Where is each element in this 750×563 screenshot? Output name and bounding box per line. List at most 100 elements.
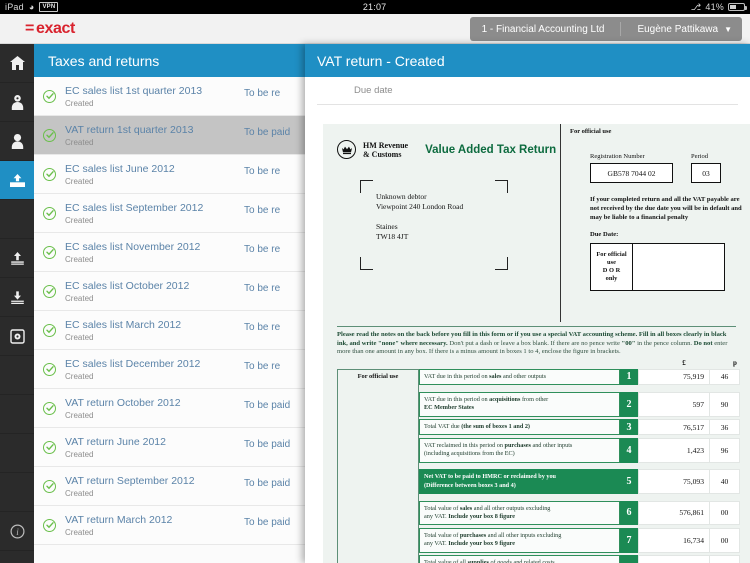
list-item-texts: EC sales list December 2012 Created [65, 358, 200, 381]
list-item[interactable]: EC sales list March 2012 Created To be re [34, 311, 314, 350]
box-desc-bold: acquisitions [489, 395, 521, 403]
list-item-subtitle: Created [65, 137, 94, 147]
box-pounds-value[interactable]: 1,423 [638, 437, 710, 463]
status-badge: To be paid [244, 439, 291, 450]
list-rows-container: EC sales list 1st quarter 2013 Created To … [34, 77, 314, 545]
list-item-subtitle: Created [65, 488, 94, 498]
box-pence-value[interactable]: 00 [710, 555, 740, 563]
box-number: 8 [620, 555, 638, 563]
box-pence-value[interactable]: 46 [710, 368, 740, 386]
list-item-title: VAT return September 2012 [65, 474, 195, 487]
box-desc-bold: purchases [459, 531, 487, 539]
list-item-title: VAT return March 2012 [65, 513, 173, 526]
list-item-title: EC sales list 1st quarter 2013 [65, 84, 203, 97]
registration-field: Registration Number GB578 7044 02 [590, 153, 673, 183]
box-pounds-value[interactable]: 76,517 [638, 419, 710, 436]
list-item[interactable]: VAT return June 2012 Created To be paid [34, 428, 314, 467]
contact-person-icon [11, 94, 24, 110]
sidebar-item-settings[interactable] [0, 317, 34, 356]
status-check-icon [43, 284, 56, 298]
box-description: Total VAT due (the sum of boxes 1 and 2) [419, 419, 620, 436]
address-line-3: Staines [376, 222, 398, 231]
sidebar-item-upload[interactable] [0, 239, 34, 278]
sidebar-item-empty-4 [0, 473, 34, 512]
box-desc-bold: sales [459, 504, 473, 512]
box-pence-value[interactable]: 96 [710, 437, 740, 463]
box-pence-value[interactable]: 00 [710, 527, 740, 553]
sidebar-item-contacts[interactable] [0, 83, 34, 122]
list-item-texts: EC sales list 1st quarter 2013 Created [65, 85, 202, 108]
box-pounds-value[interactable]: 103,509 [638, 555, 710, 563]
address-line-1: Unknown debtor [376, 192, 427, 201]
list-item[interactable]: EC sales list December 2012 Created To be … [34, 350, 314, 389]
form-right-column: For official use Registration Number GB5… [560, 124, 750, 322]
list-item-title: EC sales list November 2012 [65, 240, 201, 253]
box-desc-pre: VAT due in this period on [424, 372, 490, 380]
box-pounds-value[interactable]: 75,919 [638, 368, 710, 386]
box-pence-value[interactable]: 36 [710, 419, 740, 436]
list-item[interactable]: EC sales list November 2012 Created To be … [34, 233, 314, 272]
box-pence-value[interactable]: 40 [710, 469, 740, 495]
list-item-title: EC sales list March 2012 [65, 318, 182, 331]
sidebar-item-home[interactable] [0, 44, 34, 83]
dor-label: For official use D O R only [591, 244, 633, 290]
vat-return-detail-panel: VAT return - Created Due date HM Revenue… [305, 44, 750, 563]
list-item[interactable]: EC sales list September 2012 Created To be… [34, 194, 314, 233]
logo-equals: = [25, 19, 34, 37]
context-selector[interactable]: 1 - Financial Accounting Ltd Eugène Patt… [469, 17, 742, 41]
box-description: VAT due in this period on acquisitions f… [419, 391, 620, 417]
status-check-icon [43, 362, 56, 376]
sidebar-item-users[interactable] [0, 122, 34, 161]
list-item[interactable]: VAT return October 2012 Created To be paid [34, 389, 314, 428]
period-field: Period 03 [691, 153, 721, 183]
box-number: 7 [620, 527, 638, 553]
list-item[interactable]: VAT return September 2012 Created To be pa… [34, 467, 314, 506]
box-number: 1 [620, 368, 638, 386]
vat-box-row: Net VAT to be paid to HMRC or reclaimed … [419, 469, 740, 495]
sidebar-item-info[interactable]: i [0, 512, 34, 551]
detail-header: VAT return - Created [305, 44, 750, 77]
form-top-section: HM Revenue & Customs Value Added Tax Ret… [323, 124, 750, 322]
penalty-warning: If your completed return and all the VAT… [590, 196, 742, 221]
due-date-label: Due date [354, 85, 393, 96]
sidebar-item-download[interactable] [0, 278, 34, 317]
box-pounds-value[interactable]: 75,093 [638, 469, 710, 495]
list-item-texts: VAT return October 2012 Created [65, 397, 181, 420]
box-pence-value[interactable]: 00 [710, 500, 740, 526]
company-label[interactable]: 1 - Financial Accounting Ltd [470, 24, 621, 35]
box-desc-pre: Total value of [424, 504, 460, 512]
dor-box: For official use D O R only [590, 243, 725, 291]
box-desc-line2-bold: Include your box 9 figure [448, 540, 516, 548]
list-item[interactable]: VAT return 1st quarter 2013 Created To be … [34, 116, 314, 155]
chevron-down-icon[interactable]: ▼ [724, 25, 742, 34]
list-item[interactable]: EC sales list October 2012 Created To be r… [34, 272, 314, 311]
list-item-texts: EC sales list October 2012 Created [65, 280, 189, 303]
box-pounds-value[interactable]: 16,734 [638, 527, 710, 553]
sidebar-item-blank[interactable] [0, 200, 34, 239]
box-desc-pre: VAT due in this period on [424, 395, 490, 403]
box-desc-bold: purchases [504, 441, 531, 449]
wifi-icon: ◕ [28, 1, 35, 12]
box-pence-value[interactable]: 90 [710, 391, 740, 417]
list-item[interactable]: EC sales list June 2012 Created To be re [34, 155, 314, 194]
list-item-title: EC sales list June 2012 [65, 162, 175, 175]
box-pounds-value[interactable]: 597 [638, 391, 710, 417]
status-badge: To be re [244, 166, 281, 177]
list-item-texts: VAT return September 2012 Created [65, 475, 195, 498]
status-bar-left: iPad ◕ VPN [5, 1, 59, 12]
list-item-title: VAT return October 2012 [65, 396, 181, 409]
device-label: iPad [5, 2, 24, 12]
user-label[interactable]: Eugène Pattikawa [621, 24, 724, 35]
list-header-title: Taxes and returns [48, 52, 160, 69]
list-item-texts: EC sales list March 2012 Created [65, 319, 181, 342]
box-pounds-value[interactable]: 576,861 [638, 500, 710, 526]
vat-box-row: Total value of sales and all other outpu… [419, 500, 740, 526]
svg-text:i: i [16, 527, 19, 537]
box-desc-post: from other [520, 395, 549, 403]
notes-do-not: Do not [693, 339, 713, 347]
box-description: VAT due in this period on sales and othe… [419, 368, 620, 386]
sidebar-item-taxes-and-returns[interactable] [0, 161, 34, 200]
list-item-title: VAT return June 2012 [65, 435, 166, 448]
list-item[interactable]: EC sales list 1st quarter 2013 Created To … [34, 77, 314, 116]
list-item[interactable]: VAT return March 2012 Created To be paid [34, 506, 314, 545]
